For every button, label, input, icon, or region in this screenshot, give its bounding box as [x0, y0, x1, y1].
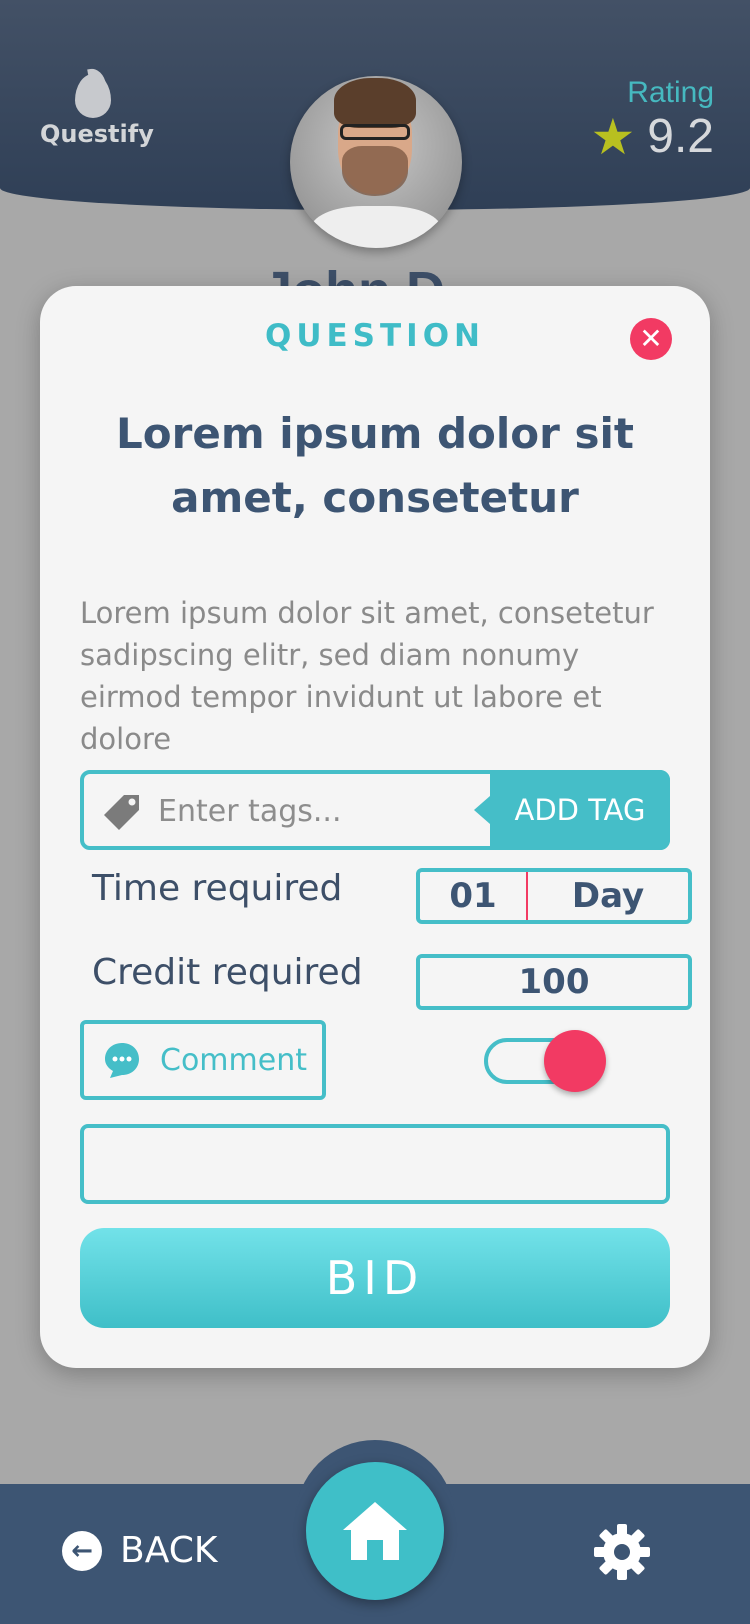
add-tag-button[interactable]: ADD TAG — [474, 770, 670, 850]
question-body: Lorem ipsum dolor sit amet, consetetur s… — [80, 596, 654, 756]
back-button[interactable]: ← BACK — [62, 1530, 217, 1571]
rating-label: Rating — [627, 76, 714, 109]
home-icon — [343, 1502, 407, 1560]
bid-button[interactable]: BID — [80, 1228, 670, 1328]
app-logo: Questify — [40, 74, 154, 148]
comment-toggle-knob[interactable] — [544, 1030, 606, 1092]
gear-icon[interactable] — [592, 1522, 652, 1582]
time-unit[interactable]: Day — [528, 872, 688, 920]
star-icon: ★ — [590, 108, 636, 166]
question-title: Lorem ipsum dolor sit amet, consetetur — [116, 409, 634, 522]
rating-value: 9.2 — [647, 110, 714, 163]
comment-icon — [105, 1043, 139, 1078]
comment-button[interactable]: Comment — [80, 1020, 326, 1100]
logo-text: Questify — [40, 120, 154, 148]
close-icon[interactable]: ✕ — [630, 318, 672, 360]
time-required-field[interactable]: 01 Day — [416, 868, 692, 924]
credit-required-label: Credit required — [92, 952, 363, 993]
time-required-label: Time required — [92, 868, 343, 909]
comment-label: Comment — [160, 1042, 307, 1078]
rating-block: Rating ★ 9.2 — [590, 76, 714, 164]
credit-required-field[interactable]: 100 — [416, 954, 692, 1010]
flame-logo-icon — [75, 74, 111, 118]
card-label: QUESTION — [264, 318, 485, 354]
tags-input[interactable] — [158, 788, 458, 834]
tag-icon — [104, 795, 139, 830]
question-card: QUESTION ✕ Lorem ipsum dolor sit amet, c… — [40, 286, 710, 1368]
time-value[interactable]: 01 — [420, 872, 528, 920]
tags-field: ADD TAG — [80, 770, 670, 850]
home-button[interactable] — [306, 1462, 444, 1600]
arrow-left-icon: ← — [62, 1530, 102, 1571]
back-label: BACK — [120, 1530, 218, 1571]
avatar[interactable] — [290, 76, 462, 248]
comment-input[interactable] — [80, 1124, 670, 1204]
